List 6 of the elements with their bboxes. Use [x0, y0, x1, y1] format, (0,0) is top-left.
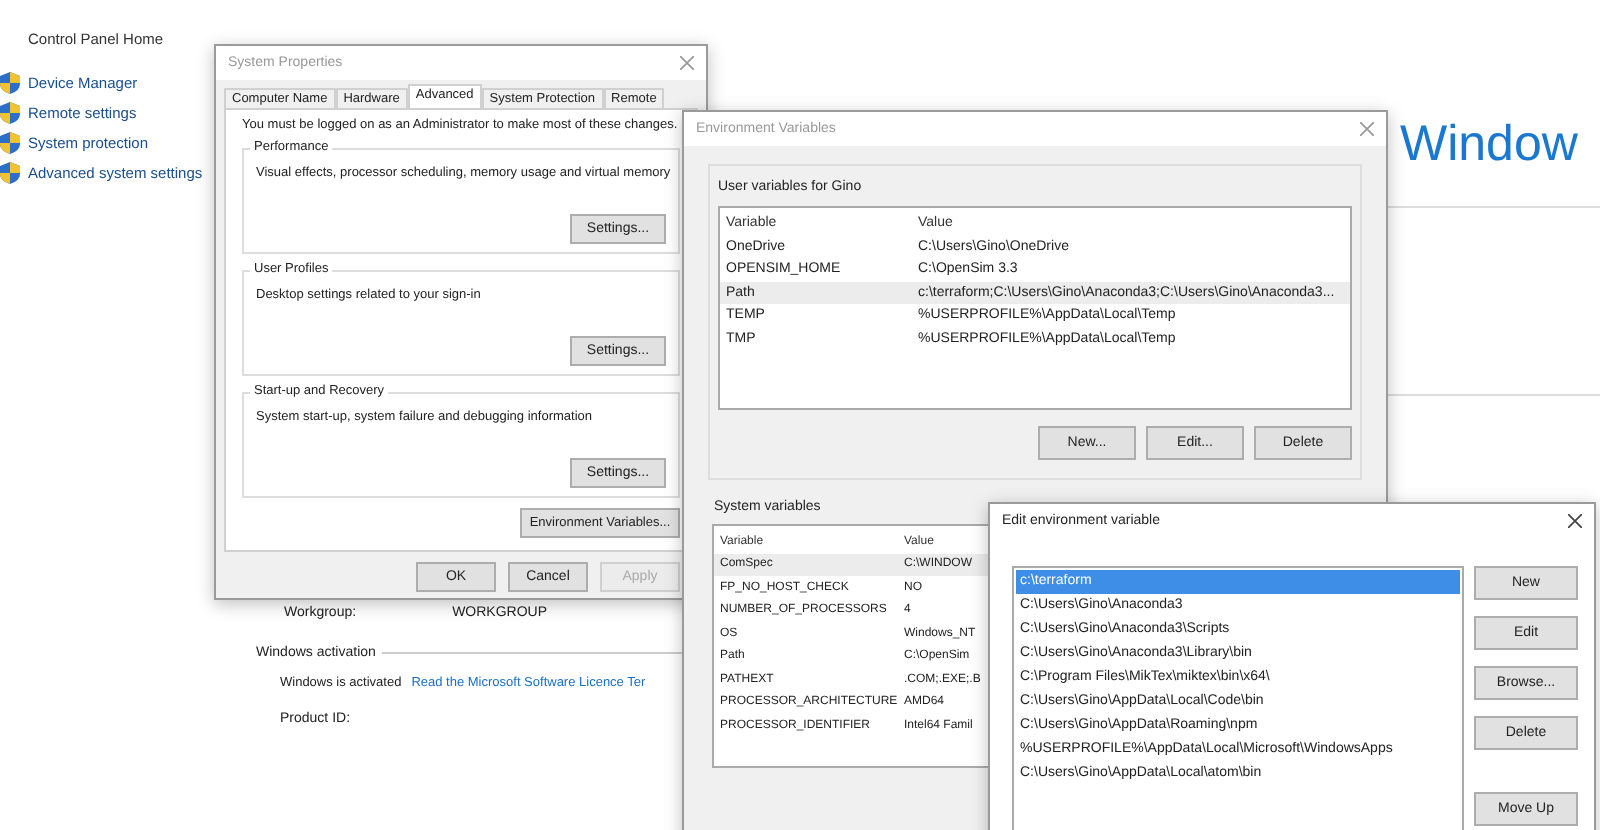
shield-icon: [0, 161, 20, 183]
shield-icon: [0, 71, 20, 93]
shield-icon: [0, 131, 20, 153]
page-heading: Window: [1400, 116, 1578, 174]
shield-icon: [0, 101, 20, 123]
close-icon[interactable]: [1568, 514, 1582, 528]
